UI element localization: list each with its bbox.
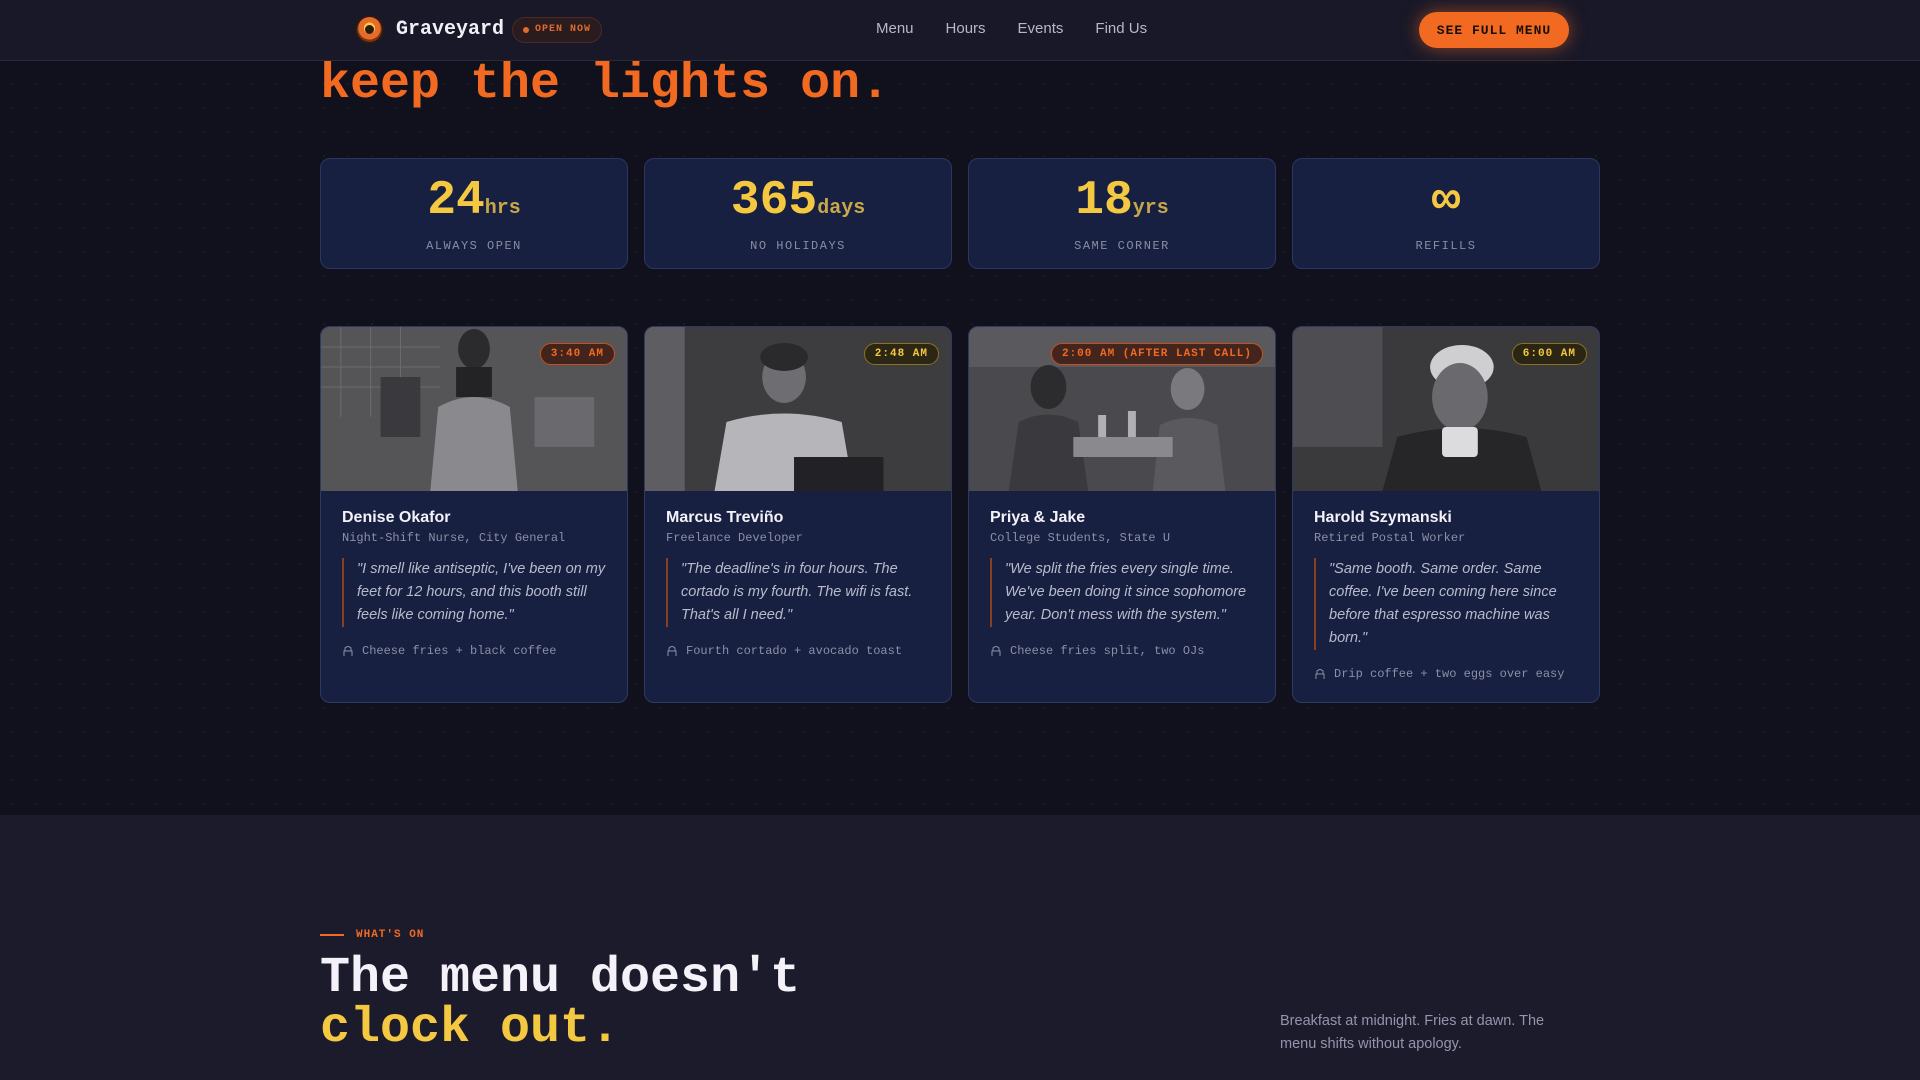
regular-role: Night-Shift Nurse, City General <box>342 531 566 545</box>
utensils-icon <box>667 646 677 656</box>
nav-link-hours[interactable]: Hours <box>946 20 986 37</box>
menu-section-background <box>0 815 1920 1080</box>
hero-headline: keep the lights on. <box>320 56 891 113</box>
regular-card-denise[interactable]: 3:40 AM Denise Okafor Night-Shift Nurse,… <box>320 326 628 703</box>
stat-card-days: 365days NO HOLIDAYS <box>644 158 952 269</box>
regular-name: Marcus Treviño <box>666 509 784 526</box>
utensils-icon <box>343 646 353 656</box>
open-status-badge: OPEN NOW <box>512 17 603 43</box>
stat-card-hours: 24hrs ALWAYS OPEN <box>320 158 628 269</box>
page-background <box>0 0 1920 815</box>
regular-name: Harold Szymanski <box>1314 509 1452 526</box>
stat-value: 24hrs <box>427 174 521 228</box>
stat-label: ALWAYS OPEN <box>426 239 522 253</box>
open-status-label: OPEN NOW <box>535 24 592 35</box>
stat-unit: yrs <box>1132 197 1169 220</box>
regular-quote: "I smell like antiseptic, I've been on m… <box>342 558 610 627</box>
regular-quote: "We split the fries every single time. W… <box>990 558 1258 627</box>
menu-section-title: The menu doesn't clock out. <box>320 954 800 1054</box>
regular-order-text: Drip coffee + two eggs over easy <box>1334 667 1565 681</box>
visit-time-badge: 6:00 AM <box>1511 343 1587 365</box>
regular-card-priya-jake[interactable]: 2:00 AM (AFTER LAST CALL) Priya & Jake C… <box>968 326 1276 703</box>
diner-logo-icon[interactable] <box>357 17 382 42</box>
stat-label: SAME CORNER <box>1074 239 1170 253</box>
menu-title-line2: clock out. <box>320 1000 621 1057</box>
stat-value: ∞ <box>1431 174 1461 228</box>
visit-time-badge: 3:40 AM <box>539 343 615 365</box>
regular-photo: 2:48 AM <box>645 327 951 491</box>
stat-card-refills: ∞ REFILLS <box>1292 158 1600 269</box>
regular-order-text: Cheese fries split, two OJs <box>1010 644 1205 658</box>
eyebrow-label: WHAT'S ON <box>356 929 425 941</box>
eyebrow-divider <box>320 934 344 936</box>
brand-name[interactable]: Graveyard <box>396 18 504 41</box>
regular-photo: 6:00 AM <box>1293 327 1599 491</box>
nav-link-find-us[interactable]: Find Us <box>1095 20 1147 37</box>
regular-order-text: Cheese fries + black coffee <box>362 644 557 658</box>
stat-label: REFILLS <box>1415 239 1477 253</box>
utensils-icon <box>991 646 1001 656</box>
nav-link-events[interactable]: Events <box>1018 20 1064 37</box>
regular-card-marcus[interactable]: 2:48 AM Marcus Treviño Freelance Develop… <box>644 326 952 703</box>
status-dot-icon <box>523 27 529 33</box>
nav-link-menu[interactable]: Menu <box>876 20 914 37</box>
menu-section-description: Breakfast at midnight. Fries at dawn. Th… <box>1280 1013 1545 1052</box>
visit-time-badge: 2:48 AM <box>863 343 939 365</box>
regular-role: College Students, State U <box>990 531 1171 545</box>
regular-order: Cheese fries split, two OJs <box>990 644 1204 658</box>
regular-role: Freelance Developer <box>666 531 803 545</box>
utensils-icon <box>1315 669 1325 679</box>
regular-order: Drip coffee + two eggs over easy <box>1314 667 1564 681</box>
regular-card-harold[interactable]: 6:00 AM Harold Szymanski Retired Postal … <box>1292 326 1600 703</box>
regular-photo: 2:00 AM (AFTER LAST CALL) <box>969 327 1275 491</box>
visit-time-badge: 2:00 AM (AFTER LAST CALL) <box>1050 343 1263 365</box>
nav-links: Menu Hours Events Find Us <box>876 20 1179 37</box>
regular-photo: 3:40 AM <box>321 327 627 491</box>
regular-order: Fourth cortado + avocado toast <box>666 644 902 658</box>
section-eyebrow: WHAT'S ON <box>320 929 424 941</box>
top-navbar: Graveyard OPEN NOW Menu Hours Events Fin… <box>0 0 1920 61</box>
regular-name: Priya & Jake <box>990 509 1086 526</box>
regular-quote: "Same booth. Same order. Same coffee. I'… <box>1314 558 1582 650</box>
regular-order: Cheese fries + black coffee <box>342 644 556 658</box>
stat-card-years: 18yrs SAME CORNER <box>968 158 1276 269</box>
regular-quote: "The deadline's in four hours. The corta… <box>666 558 934 627</box>
stat-unit: hrs <box>484 197 521 220</box>
menu-title-line1: The menu doesn't <box>320 950 801 1007</box>
see-full-menu-button[interactable]: SEE FULL MENU <box>1419 12 1569 48</box>
stat-unit: days <box>817 197 866 220</box>
stat-value: 365days <box>730 174 866 228</box>
regular-role: Retired Postal Worker <box>1314 531 1466 545</box>
stat-label: NO HOLIDAYS <box>750 239 846 253</box>
regular-order-text: Fourth cortado + avocado toast <box>686 644 903 658</box>
regular-name: Denise Okafor <box>342 509 451 526</box>
stat-value: 18yrs <box>1075 174 1169 228</box>
